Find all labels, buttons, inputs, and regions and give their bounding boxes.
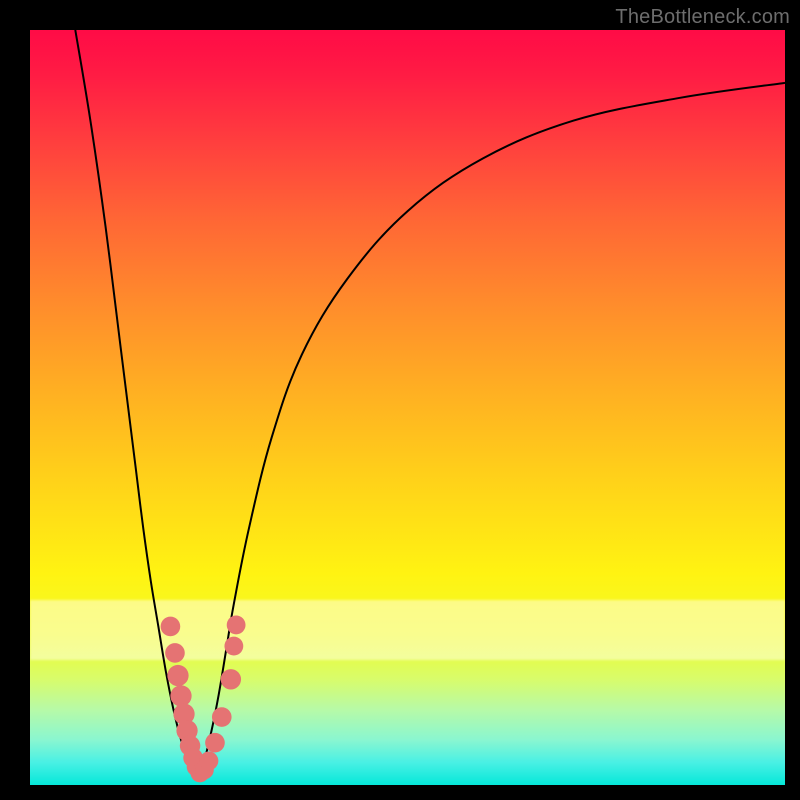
curve-right [196, 83, 785, 778]
data-point [221, 669, 241, 689]
marker-layer [161, 616, 246, 783]
data-point [165, 643, 185, 663]
data-point [227, 616, 246, 635]
data-point [200, 751, 219, 770]
chart-frame: TheBottleneck.com [0, 0, 800, 800]
data-point [205, 733, 225, 753]
data-point [170, 685, 191, 706]
data-point [224, 637, 243, 656]
data-point [167, 665, 188, 686]
data-point [212, 707, 232, 727]
curve-layer [75, 30, 785, 777]
data-point [161, 617, 181, 637]
chart-svg [30, 30, 785, 785]
plot-area [30, 30, 785, 785]
watermark-text: TheBottleneck.com [615, 6, 790, 29]
